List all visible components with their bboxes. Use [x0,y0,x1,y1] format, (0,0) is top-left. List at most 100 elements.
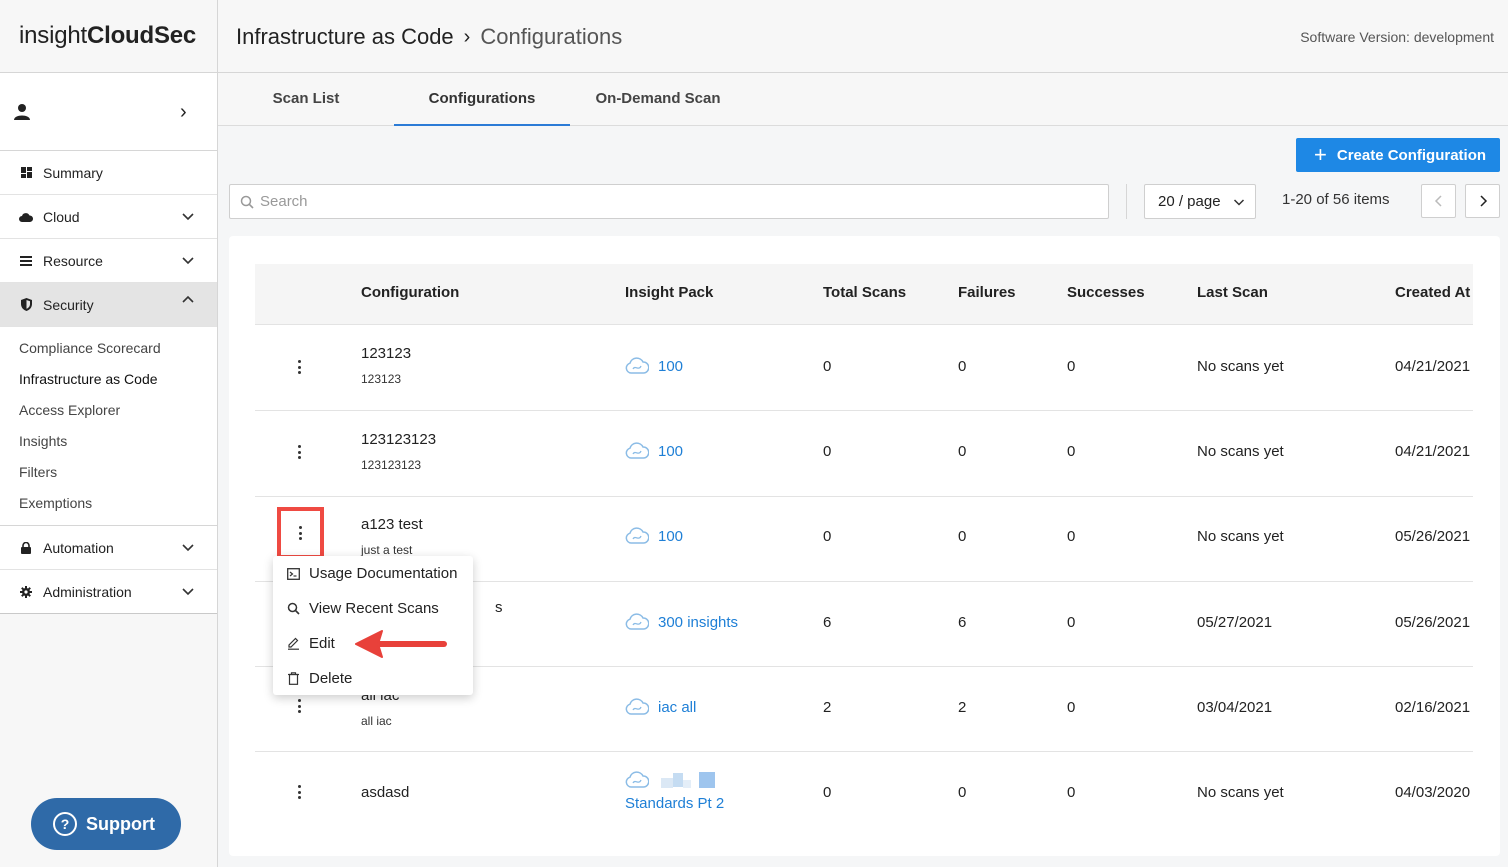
last-scan: No scans yet [1197,443,1284,460]
search-box [229,184,1109,219]
menu-item-delete[interactable]: Delete [273,661,473,696]
insight-pack-link[interactable]: 100 [625,357,683,375]
total-scans: 2 [823,699,832,716]
configuration-description: 123123123 [361,458,422,472]
cloud-icon [625,357,649,374]
lock-icon [19,541,33,555]
prev-page-button[interactable] [1421,184,1456,218]
sidebar-subitem-infrastructure-as-code[interactable]: Infrastructure as Code [0,364,217,395]
successes: 0 [1067,784,1076,801]
total-scans: 0 [823,443,832,460]
header: Infrastructure as Code › Configurations … [218,0,1508,73]
divider [1126,184,1127,219]
row-actions-kebab-icon [295,523,307,543]
sidebar-item-administration[interactable]: Administration [0,570,217,614]
configuration-name[interactable]: s [495,599,503,616]
table-row: asdasd Standards Pt 2 0 0 0 No scans yet… [255,751,1473,837]
search-input[interactable] [260,193,1060,210]
insight-pack-link[interactable]: 100 [625,527,683,545]
sidebar-subitem-exemptions[interactable]: Exemptions [0,488,217,519]
sidebar-subitem-compliance-scorecard[interactable]: Compliance Scorecard [0,333,217,364]
breadcrumb: Infrastructure as Code › Configurations [236,24,622,50]
tab-on-demand-scan[interactable]: On-Demand Scan [588,73,728,126]
cloud-icon [625,527,649,544]
table-row: 123123 123123 100 0 0 0 No scans yet 04/… [255,325,1473,411]
logo[interactable]: insight CloudSec [0,0,217,73]
total-scans: 0 [823,784,832,801]
column-header-total-scans[interactable]: Total Scans [823,264,906,322]
tab-bar: Scan List Configurations On-Demand Scan [218,73,1508,126]
last-scan: 05/27/2021 [1197,614,1273,631]
tab-scan-list[interactable]: Scan List [246,73,366,126]
insight-pack-link[interactable]: iac all [625,698,696,716]
highlighted-row-actions-button[interactable] [277,507,324,559]
chevron-right-icon: › [463,25,471,48]
sidebar-item-summary[interactable]: Summary [0,151,217,195]
menu-item-usage-documentation[interactable]: Usage Documentation [273,556,473,591]
created-at: 04/21/2021 [1395,443,1471,460]
configuration-name[interactable]: 123123 [361,345,411,362]
sidebar-item-cloud[interactable]: Cloud [0,195,217,239]
create-configuration-button[interactable]: + Create Configuration [1296,138,1500,172]
grid-icon [19,166,33,180]
created-at: 05/26/2021 [1395,528,1471,545]
next-page-button[interactable] [1465,184,1500,218]
row-actions-kebab-icon[interactable] [293,696,305,716]
sidebar-item-automation[interactable]: Automation [0,526,217,570]
chevron-down-icon [182,588,194,596]
chevron-down-icon [182,544,194,552]
total-scans: 0 [823,358,832,375]
chevron-down-icon [182,213,194,221]
user-menu[interactable]: › [0,73,217,198]
successes: 0 [1067,528,1076,545]
software-version: Software Version: development [1300,29,1494,45]
created-at: 02/16/2021 [1395,699,1471,716]
insight-pack-link[interactable]: 300 insights [625,613,738,631]
configuration-description: all iac [361,714,392,728]
plus-icon: + [1314,142,1327,167]
successes: 0 [1067,614,1076,631]
row-actions-kebab-icon[interactable] [293,782,305,802]
last-scan: 03/04/2021 [1197,699,1273,716]
menu-item-view-recent-scans[interactable]: View Recent Scans [273,591,473,626]
configuration-name[interactable]: 123123123 [361,431,436,448]
total-scans: 6 [823,614,832,631]
tab-configurations[interactable]: Configurations [394,73,570,126]
redacted-pack-prefix [661,778,673,788]
configuration-description: just a test [361,543,413,557]
sidebar-item-resource[interactable]: Resource [0,239,217,283]
chevron-right-icon[interactable]: › [180,101,187,124]
nav: Summary Cloud Resource Security Complian… [0,151,217,614]
column-header-successes[interactable]: Successes [1067,264,1145,322]
support-button[interactable]: ? Support [31,798,181,850]
column-header-configuration[interactable]: Configuration [361,264,459,322]
page-size-select[interactable]: 20 / page [1144,184,1256,219]
configuration-name[interactable]: a123 test [361,516,423,533]
insight-pack-link[interactable]: Standards Pt 2 [625,770,724,812]
sidebar-subitem-filters[interactable]: Filters [0,457,217,488]
row-actions-kebab-icon[interactable] [293,442,305,462]
configuration-name[interactable]: asdasd [361,784,409,801]
sidebar-subitem-insights[interactable]: Insights [0,426,217,457]
column-header-insight-pack[interactable]: Insight Pack [625,264,713,322]
breadcrumb-parent[interactable]: Infrastructure as Code [236,24,454,50]
successes: 0 [1067,358,1076,375]
terminal-icon [286,567,300,581]
item-count: 1-20 of 56 items [1282,191,1390,208]
sidebar-item-security[interactable]: Security [0,283,217,327]
successes: 0 [1067,699,1076,716]
search-icon [286,602,300,616]
failures: 0 [958,443,967,460]
sidebar-subitem-access-explorer[interactable]: Access Explorer [0,395,217,426]
row-actions-kebab-icon[interactable] [293,357,305,377]
row-actions-menu: Usage Documentation View Recent Scans Ed… [273,556,473,695]
column-header-failures[interactable]: Failures [958,264,1016,322]
shield-icon [19,298,33,312]
insight-pack-link[interactable]: 100 [625,442,683,460]
column-header-created-at[interactable]: Created At [1395,264,1470,322]
failures: 0 [958,358,967,375]
trash-icon [286,672,300,686]
chevron-left-icon [1434,195,1442,207]
column-header-last-scan[interactable]: Last Scan [1197,264,1268,322]
failures: 0 [958,784,967,801]
